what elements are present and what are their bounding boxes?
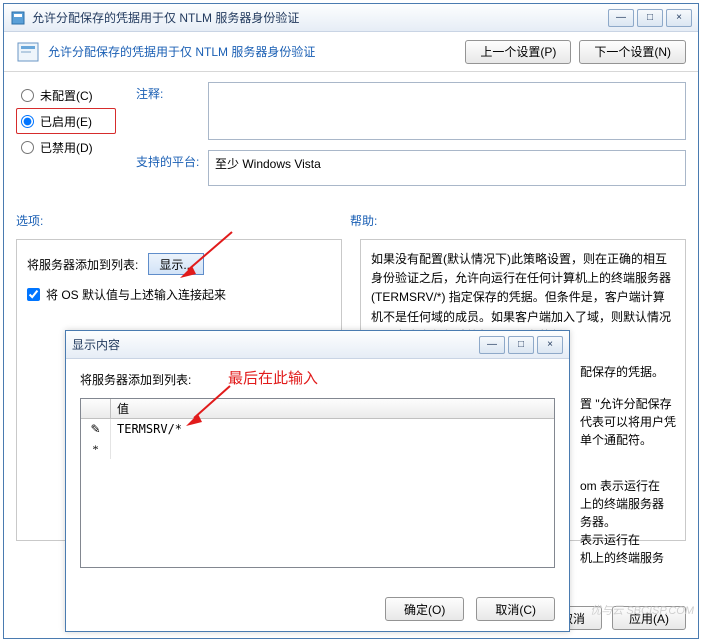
row-value-0[interactable]: TERMSRV/* — [111, 419, 554, 439]
help-extra-4: 单个通配符。 — [580, 431, 652, 448]
comment-textarea[interactable] — [208, 82, 686, 140]
comment-label: 注释: — [136, 82, 208, 140]
radio-not-configured-label: 未配置(C) — [40, 87, 93, 104]
concat-checkbox[interactable] — [27, 288, 40, 301]
radio-enabled-input[interactable] — [21, 115, 34, 128]
watermark: 优与云 SBCISP.COM — [590, 602, 694, 618]
next-setting-button[interactable]: 下一个设置(N) — [579, 40, 686, 64]
row-marker-new-icon: * — [81, 439, 111, 459]
help-extra-7: 务器。 — [580, 513, 616, 530]
radio-disabled[interactable]: 已禁用(D) — [16, 134, 116, 160]
minimize-button[interactable]: — — [608, 9, 634, 27]
maximize-button[interactable]: □ — [637, 9, 663, 27]
help-extra-8: 表示运行在 — [580, 531, 640, 548]
child-prompt: 将服务器添加到列表: — [80, 371, 555, 388]
help-extra-2: 置 "允许分配保存 — [580, 395, 672, 412]
radio-not-configured[interactable]: 未配置(C) — [16, 82, 116, 108]
value-grid[interactable]: 值 ✎ TERMSRV/* * — [80, 398, 555, 568]
grid-header-value: 值 — [111, 399, 554, 418]
radio-disabled-input[interactable] — [21, 141, 34, 154]
policy-large-icon — [16, 40, 40, 64]
child-title: 显示内容 — [72, 336, 479, 353]
platform-box: 至少 Windows Vista — [208, 150, 686, 186]
titlebar[interactable]: 允许分配保存的凭据用于仅 NTLM 服务器身份验证 — □ × — [4, 4, 698, 32]
grid-header: 值 — [81, 399, 554, 419]
policy-icon — [10, 10, 26, 26]
concat-checkbox-label: 将 OS 默认值与上述输入连接起来 — [46, 286, 226, 303]
window-title: 允许分配保存的凭据用于仅 NTLM 服务器身份验证 — [32, 9, 608, 26]
grid-row-0[interactable]: ✎ TERMSRV/* — [81, 419, 554, 439]
child-footer: 确定(O) 取消(C) — [385, 597, 555, 621]
row-value-new[interactable] — [111, 439, 554, 459]
prev-setting-button[interactable]: 上一个设置(P) — [465, 40, 571, 64]
add-server-label: 将服务器添加到列表: — [27, 256, 138, 273]
concat-checkbox-row[interactable]: 将 OS 默认值与上述输入连接起来 — [27, 286, 331, 303]
grid-row-new[interactable]: * — [81, 439, 554, 459]
help-extra-6: 上的终端服务器 — [580, 495, 664, 512]
child-close-button[interactable]: × — [537, 336, 563, 354]
help-section-label: 帮助: — [350, 212, 686, 229]
child-minimize-button[interactable]: — — [479, 336, 505, 354]
child-maximize-button[interactable]: □ — [508, 336, 534, 354]
radio-disabled-label: 已禁用(D) — [40, 139, 93, 156]
radio-not-configured-input[interactable] — [21, 89, 34, 102]
child-titlebar[interactable]: 显示内容 — □ × — [66, 331, 569, 359]
show-contents-dialog: 显示内容 — □ × 将服务器添加到列表: 值 ✎ TERMSRV/* * 确定… — [65, 330, 570, 632]
radio-enabled-label: 已启用(E) — [40, 113, 92, 130]
help-extra-3: 代表可以将用户凭 — [580, 413, 676, 430]
grid-header-marker — [81, 399, 111, 418]
help-extra-9: 机上的终端服务 — [580, 549, 664, 566]
help-extra-5: om 表示运行在 — [580, 477, 660, 494]
child-cancel-button[interactable]: 取消(C) — [476, 597, 555, 621]
show-button[interactable]: 显示... — [148, 253, 204, 275]
options-section-label: 选项: — [16, 212, 350, 229]
child-ok-button[interactable]: 确定(O) — [385, 597, 464, 621]
close-button[interactable]: × — [666, 9, 692, 27]
state-radio-group: 未配置(C) 已启用(E) 已禁用(D) — [16, 82, 116, 196]
row-marker-edit-icon: ✎ — [81, 419, 111, 439]
platform-label: 支持的平台: — [136, 150, 208, 186]
header-row: 允许分配保存的凭据用于仅 NTLM 服务器身份验证 上一个设置(P) 下一个设置… — [4, 32, 698, 72]
policy-title: 允许分配保存的凭据用于仅 NTLM 服务器身份验证 — [48, 43, 457, 60]
radio-enabled[interactable]: 已启用(E) — [16, 108, 116, 134]
help-extra-1: 配保存的凭据。 — [580, 363, 664, 380]
